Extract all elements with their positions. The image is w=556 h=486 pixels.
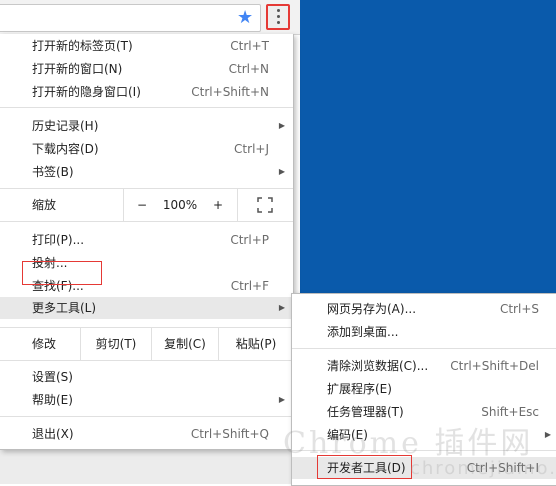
menu-item-history[interactable]: 历史记录(H) ▶: [0, 115, 293, 137]
menu-item-shortcut: Ctrl+N: [228, 62, 269, 76]
chevron-right-icon: ▶: [278, 303, 285, 312]
chrome-menu-button[interactable]: [266, 4, 290, 30]
copy-button[interactable]: 复制(C): [152, 328, 218, 360]
fullscreen-icon[interactable]: [257, 197, 273, 213]
menu-item-label: 打开新的窗口(N): [32, 62, 123, 76]
menu-item-shortcut: Ctrl+F: [230, 279, 269, 293]
menu-item-new-window[interactable]: 打开新的窗口(N) Ctrl+N: [0, 58, 293, 80]
menu-item-label: 书签(B): [32, 165, 74, 179]
menu-item-incognito[interactable]: 打开新的隐身窗口(I) Ctrl+Shift+N: [0, 81, 293, 103]
browser-toolbar: ★: [0, 0, 300, 35]
menu-item-label: 帮助(E): [32, 393, 73, 407]
chevron-right-icon: ▶: [278, 395, 285, 404]
submenu-divider: [292, 348, 556, 349]
chevron-right-icon: ▶: [278, 121, 285, 130]
menu-item-print[interactable]: 打印(P)... Ctrl+P: [0, 229, 293, 251]
watermark-url: chromejiamo.com: [410, 458, 556, 479]
zoom-row: 缩放 − 100% +: [0, 189, 293, 221]
menu-item-label: 历史记录(H): [32, 119, 99, 133]
menu-item-label: 下载内容(D): [32, 142, 99, 156]
menu-item-new-tab[interactable]: 打开新的标签页(T) Ctrl+T: [0, 35, 293, 57]
menu-divider: [0, 221, 293, 222]
edit-row: 修改 剪切(T) 复制(C) 粘贴(P): [0, 328, 293, 360]
zoom-label: 缩放: [32, 198, 57, 212]
submenu-item-label: 扩展程序(E): [327, 382, 392, 396]
cut-button[interactable]: 剪切(T): [81, 328, 151, 360]
menu-item-shortcut: Ctrl+P: [230, 233, 269, 247]
submenu-item-label: 清除浏览数据(C)...: [327, 359, 429, 373]
menu-item-bookmarks[interactable]: 书签(B) ▶: [0, 161, 293, 183]
menu-item-help[interactable]: 帮助(E) ▶: [0, 389, 293, 411]
zoom-in-button[interactable]: +: [200, 189, 236, 221]
menu-item-shortcut: Ctrl+Shift+N: [191, 85, 269, 99]
chevron-right-icon: ▶: [544, 430, 551, 439]
browser-content-area: [0, 450, 300, 484]
chevron-right-icon: ▶: [278, 167, 285, 176]
menu-item-label: 退出(X): [32, 427, 74, 441]
menu-item-shortcut: Ctrl+Shift+Q: [190, 427, 269, 441]
zoom-divider: [237, 189, 238, 221]
submenu-item-add-to-desktop[interactable]: 添加到桌面...: [292, 321, 556, 343]
chrome-main-menu: 打开新的标签页(T) Ctrl+T 打开新的窗口(N) Ctrl+N 打开新的隐…: [0, 34, 294, 450]
menu-divider: [0, 360, 293, 361]
submenu-item-shortcut: Ctrl+Shift+Del: [450, 359, 539, 373]
menu-item-downloads[interactable]: 下载内容(D) Ctrl+J: [0, 138, 293, 160]
edit-label: 修改: [32, 337, 57, 351]
paste-button[interactable]: 粘贴(P): [219, 328, 293, 360]
submenu-item-extensions[interactable]: 扩展程序(E): [292, 378, 556, 400]
menu-item-label: 打开新的隐身窗口(I): [32, 85, 141, 99]
menu-item-shortcut: Ctrl+T: [230, 39, 269, 53]
zoom-level: 100%: [162, 198, 198, 212]
menu-divider: [0, 107, 293, 108]
submenu-item-shortcut: Ctrl+S: [499, 302, 539, 316]
address-bar[interactable]: ★: [0, 4, 261, 32]
menu-item-exit[interactable]: 退出(X) Ctrl+Shift+Q: [0, 423, 293, 445]
menu-item-more-tools[interactable]: 更多工具(L) ▶: [0, 297, 293, 319]
menu-item-label: 打开新的标签页(T): [32, 39, 133, 53]
submenu-item-label: 添加到桌面...: [327, 325, 399, 339]
more-tools-highlight: [22, 261, 102, 285]
submenu-item-clear-data[interactable]: 清除浏览数据(C)... Ctrl+Shift+Del: [292, 355, 556, 377]
star-icon[interactable]: ★: [237, 7, 253, 29]
watermark: Chrome 插件网: [283, 426, 534, 461]
submenu-item-label: 网页另存为(A)...: [327, 302, 417, 316]
menu-item-label: 打印(P)...: [32, 233, 85, 247]
menu-item-shortcut: Ctrl+J: [234, 142, 269, 156]
submenu-item-save-page[interactable]: 网页另存为(A)... Ctrl+S: [292, 298, 556, 320]
zoom-out-button[interactable]: −: [124, 189, 160, 221]
menu-item-label: 更多工具(L): [32, 301, 97, 315]
three-dots-vertical-icon: [277, 9, 280, 27]
menu-item-settings[interactable]: 设置(S): [0, 366, 293, 388]
menu-divider: [0, 416, 293, 417]
menu-item-label: 设置(S): [32, 370, 73, 384]
